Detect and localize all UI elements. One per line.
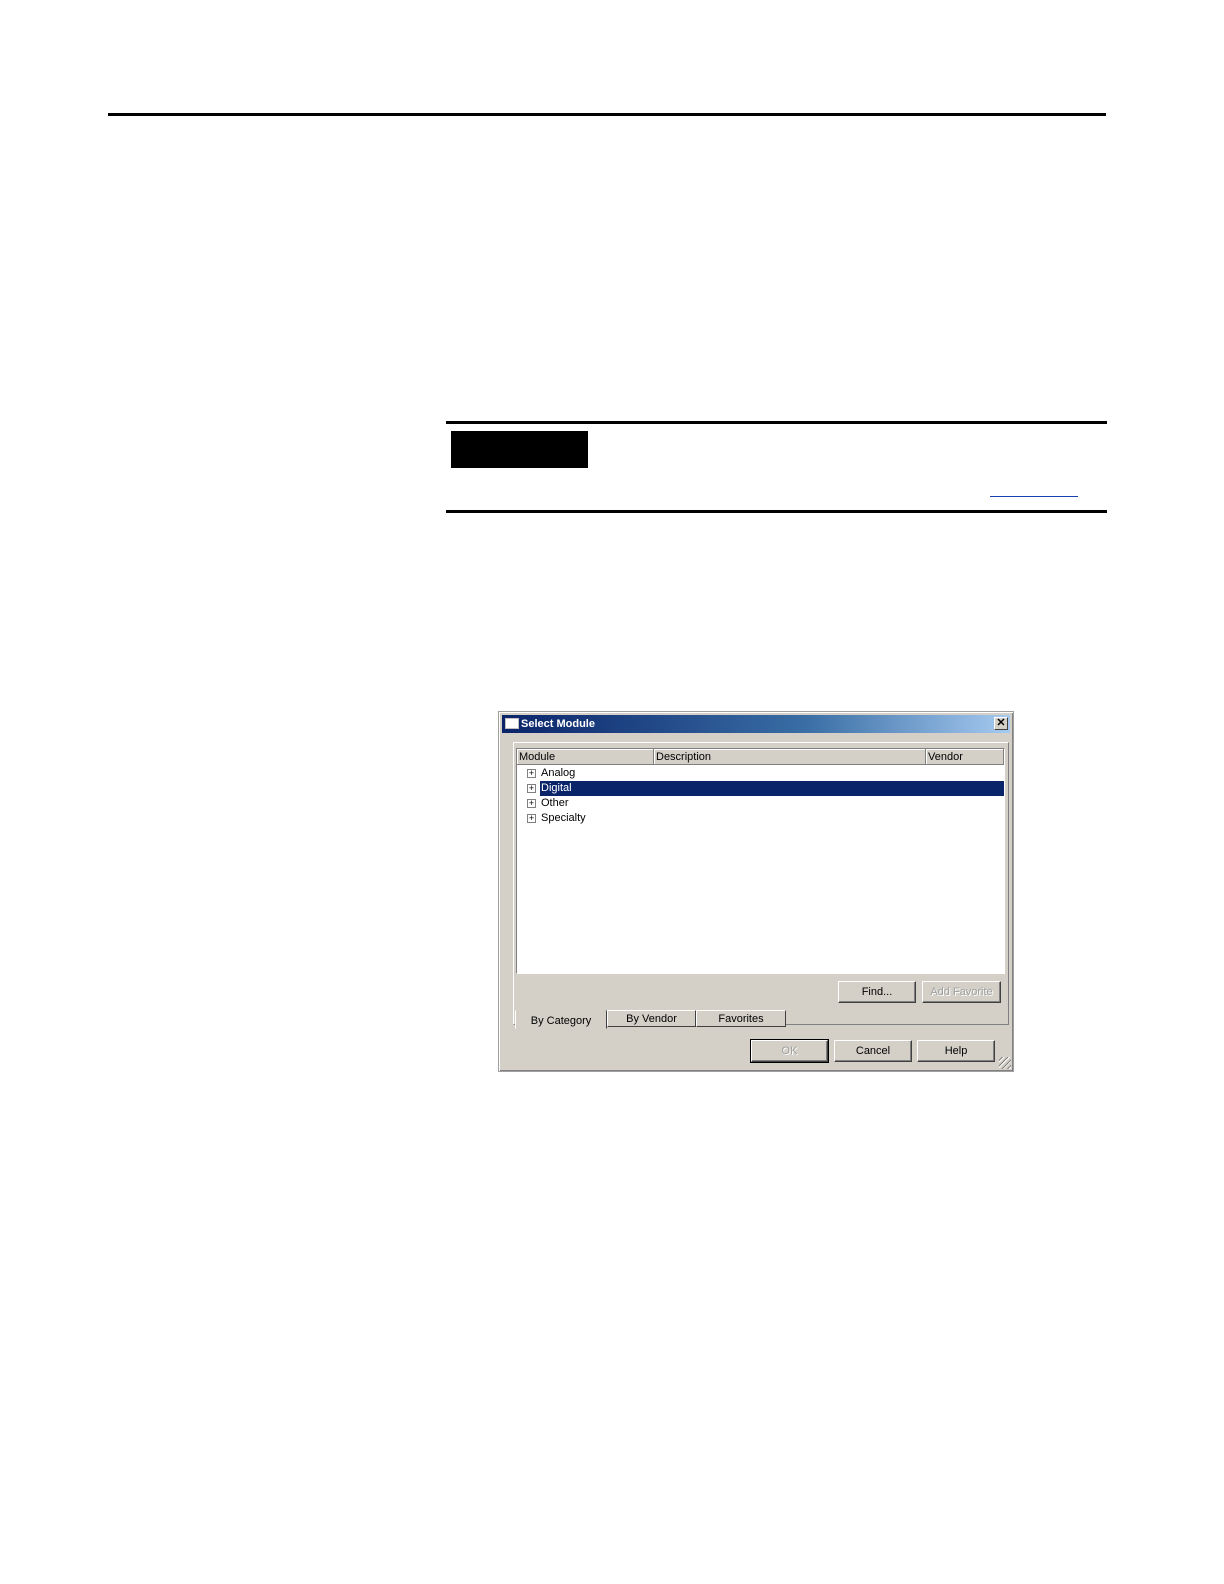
note-rule-bottom — [446, 510, 1107, 513]
tree-item-digital[interactable]: + Digital — [517, 781, 1004, 796]
selection-highlight — [540, 781, 1004, 796]
ok-button[interactable]: OK — [750, 1039, 829, 1063]
note-label-box — [451, 431, 588, 468]
expand-icon[interactable]: + — [527, 814, 536, 823]
expand-icon[interactable]: + — [527, 769, 536, 778]
tab-by-vendor[interactable]: By Vendor — [607, 1010, 696, 1027]
tree-item-label: Specialty — [541, 812, 586, 824]
module-list[interactable]: Module Description Vendor + Analog + Dig… — [516, 748, 1005, 974]
tree-item-label: Analog — [541, 767, 576, 779]
expand-icon[interactable]: + — [527, 784, 536, 793]
add-favorite-button[interactable]: Add Favorite — [922, 981, 1001, 1003]
close-button[interactable]: ✕ — [994, 717, 1008, 730]
cancel-button[interactable]: Cancel — [834, 1040, 912, 1062]
tree-item-label: Other — [541, 797, 569, 809]
window-icon — [505, 718, 519, 729]
dialog-title: Select Module — [521, 718, 595, 730]
tab-favorites[interactable]: Favorites — [696, 1010, 786, 1027]
select-module-dialog: Select Module ✕ Module Description Vendo… — [498, 711, 1014, 1072]
tree-item-other[interactable]: + Other — [517, 796, 1004, 811]
find-button[interactable]: Find... — [838, 981, 916, 1003]
column-headers: Module Description Vendor — [517, 749, 1004, 765]
tree-item-specialty[interactable]: + Specialty — [517, 811, 1004, 826]
dialog-titlebar[interactable]: Select Module ✕ — [502, 715, 1010, 733]
header-rule — [108, 113, 1106, 116]
note-link-underline[interactable] — [990, 496, 1078, 497]
help-button[interactable]: Help — [917, 1040, 995, 1062]
tree-item-label: Digital — [541, 782, 572, 794]
column-header-module[interactable]: Module — [517, 749, 654, 765]
column-header-description[interactable]: Description — [654, 749, 926, 765]
note-rule-top — [446, 421, 1107, 424]
tree-item-analog[interactable]: + Analog — [517, 766, 1004, 781]
tab-by-category[interactable]: By Category — [515, 1010, 607, 1029]
resize-grip-icon[interactable] — [999, 1057, 1011, 1069]
expand-icon[interactable]: + — [527, 799, 536, 808]
column-header-vendor[interactable]: Vendor — [926, 749, 1004, 765]
